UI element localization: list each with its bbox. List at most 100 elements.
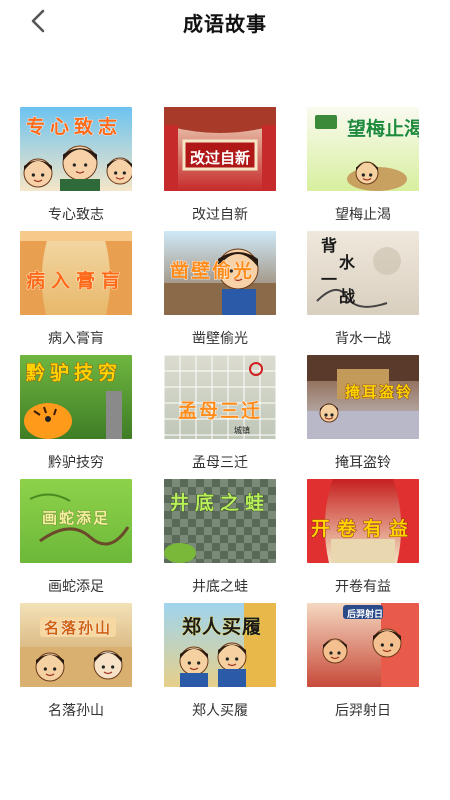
svg-text:渴: 渴 bbox=[404, 117, 419, 140]
story-title: 名落孙山 bbox=[48, 703, 104, 719]
svg-text:自: 自 bbox=[220, 149, 235, 167]
svg-text:母: 母 bbox=[199, 400, 218, 422]
svg-text:日: 日 bbox=[374, 609, 383, 620]
story-card[interactable]: 望梅止渴 望梅止渴 bbox=[307, 107, 419, 223]
svg-text:名: 名 bbox=[44, 619, 59, 637]
story-card[interactable]: 病入膏肓 病入膏肓 bbox=[20, 231, 132, 347]
svg-text:后: 后 bbox=[347, 608, 356, 620]
svg-text:心: 心 bbox=[50, 116, 69, 138]
svg-text:水: 水 bbox=[339, 253, 356, 272]
svg-text:蛇: 蛇 bbox=[59, 509, 74, 527]
svg-text:膏: 膏 bbox=[76, 269, 95, 292]
svg-text:之: 之 bbox=[220, 491, 239, 514]
thumbnail-title-art: 后羿射日 bbox=[347, 608, 384, 621]
svg-text:孟: 孟 bbox=[178, 400, 197, 422]
story-thumbnail: 专心致志 bbox=[20, 107, 132, 191]
story-thumbnail: 井底之蛙 bbox=[164, 479, 276, 563]
story-thumbnail: 望梅止渴 bbox=[307, 107, 419, 191]
story-card[interactable]: 城镇 孟母三迁 孟母三迁 bbox=[164, 355, 276, 471]
svg-text:战: 战 bbox=[339, 287, 355, 306]
story-card[interactable]: 井底之蛙 井底之蛙 bbox=[164, 479, 276, 595]
svg-text:病: 病 bbox=[26, 269, 45, 292]
story-thumbnail: 凿壁偷光 bbox=[164, 231, 276, 315]
svg-text:画: 画 bbox=[42, 509, 57, 527]
svg-text:有: 有 bbox=[363, 517, 382, 540]
story-title: 井底之蛙 bbox=[192, 579, 248, 595]
svg-text:迁: 迁 bbox=[241, 400, 260, 422]
svg-text:穷: 穷 bbox=[98, 361, 117, 384]
story-title: 背水一战 bbox=[335, 331, 391, 347]
svg-text:卷: 卷 bbox=[336, 517, 357, 540]
thumbnail-title-art: 望梅止渴 bbox=[347, 117, 419, 141]
story-thumbnail: 后羿射日 bbox=[307, 603, 419, 687]
svg-text:新: 新 bbox=[235, 149, 250, 167]
story-title: 孟母三迁 bbox=[192, 455, 248, 471]
svg-text:一: 一 bbox=[321, 270, 337, 289]
svg-text:黔: 黔 bbox=[26, 361, 45, 384]
svg-text:人: 人 bbox=[202, 616, 222, 638]
story-title: 专心致志 bbox=[48, 207, 104, 223]
story-card[interactable]: 背水一战 背水一战 bbox=[307, 231, 419, 347]
story-card[interactable]: 后羿射日 后羿射日 bbox=[307, 603, 419, 719]
story-title: 望梅止渴 bbox=[335, 207, 391, 223]
story-thumbnail: 改过自新 bbox=[164, 107, 276, 191]
story-card[interactable]: 掩耳盗铃 掩耳盗铃 bbox=[307, 355, 419, 471]
svg-text:技: 技 bbox=[74, 361, 94, 384]
story-title: 郑人买履 bbox=[192, 703, 248, 719]
svg-text:蛙: 蛙 bbox=[245, 491, 264, 514]
story-card[interactable]: 专心致志 专心致志 bbox=[20, 107, 132, 223]
svg-text:肓: 肓 bbox=[101, 269, 120, 292]
svg-text:射: 射 bbox=[364, 608, 374, 620]
story-thumbnail: 郑人买履 bbox=[164, 603, 276, 687]
thumbnail-title-art: 画蛇添足 bbox=[42, 509, 110, 528]
story-thumbnail: 开卷有益 bbox=[307, 479, 419, 563]
story-thumbnail: 掩耳盗铃 bbox=[307, 355, 419, 439]
svg-text:凿: 凿 bbox=[170, 260, 189, 282]
svg-text:光: 光 bbox=[232, 259, 252, 282]
svg-text:专: 专 bbox=[26, 115, 45, 138]
svg-text:铃: 铃 bbox=[396, 383, 412, 401]
svg-text:买: 买 bbox=[222, 616, 241, 638]
svg-text:过: 过 bbox=[205, 149, 220, 167]
story-card[interactable]: 开卷有益 开卷有益 bbox=[307, 479, 419, 595]
svg-text:背: 背 bbox=[321, 236, 337, 255]
svg-text:掩: 掩 bbox=[345, 383, 361, 401]
svg-text:履: 履 bbox=[242, 616, 261, 638]
svg-text:落: 落 bbox=[61, 619, 77, 637]
thumbnail-title-art: 郑人买履 bbox=[182, 616, 262, 639]
story-card[interactable]: 改过自新 改过自新 bbox=[164, 107, 276, 223]
story-title: 黔驴技穷 bbox=[48, 455, 104, 471]
story-card[interactable]: 黔驴技穷 黔驴技穷 bbox=[20, 355, 132, 471]
svg-text:添: 添 bbox=[76, 509, 92, 527]
story-title: 画蛇添足 bbox=[48, 579, 104, 595]
svg-text:底: 底 bbox=[195, 491, 214, 514]
story-card[interactable]: 郑人买履 郑人买履 bbox=[164, 603, 276, 719]
svg-text:三: 三 bbox=[220, 400, 239, 422]
svg-text:梅: 梅 bbox=[366, 117, 385, 140]
svg-text:羿: 羿 bbox=[356, 609, 365, 620]
story-card[interactable]: 名落孙山 名落孙山 bbox=[20, 603, 132, 719]
svg-text:益: 益 bbox=[389, 517, 408, 540]
story-grid: 专心致志 专心致志 改过自新 改过自新 望 梅 止 渴 望梅止渴 病 入 膏 肓… bbox=[0, 0, 450, 800]
svg-text:望: 望 bbox=[347, 117, 366, 140]
svg-text:井: 井 bbox=[170, 492, 189, 514]
svg-text:止: 止 bbox=[385, 118, 404, 140]
story-title: 掩耳盗铃 bbox=[335, 455, 391, 471]
story-thumbnail: 背水一战 bbox=[307, 231, 419, 315]
svg-text:壁: 壁 bbox=[191, 259, 210, 282]
svg-text:郑: 郑 bbox=[182, 616, 201, 638]
story-card[interactable]: 凿壁偷光 凿壁偷光 bbox=[164, 231, 276, 347]
svg-text:城镇: 城镇 bbox=[234, 425, 250, 435]
story-title: 后羿射日 bbox=[335, 703, 391, 719]
story-title: 凿壁偷光 bbox=[192, 331, 248, 347]
story-title: 开卷有益 bbox=[335, 579, 391, 595]
svg-text:驴: 驴 bbox=[50, 361, 69, 384]
story-thumbnail: 病入膏肓 bbox=[20, 231, 132, 315]
story-title: 改过自新 bbox=[192, 207, 248, 223]
svg-text:足: 足 bbox=[93, 509, 109, 527]
story-thumbnail: 黔驴技穷 bbox=[20, 355, 132, 439]
svg-text:志: 志 bbox=[98, 115, 117, 138]
story-card[interactable]: 画蛇添足 画蛇添足 bbox=[20, 479, 132, 595]
svg-text:耳: 耳 bbox=[362, 383, 377, 401]
svg-text:盗: 盗 bbox=[379, 383, 394, 401]
